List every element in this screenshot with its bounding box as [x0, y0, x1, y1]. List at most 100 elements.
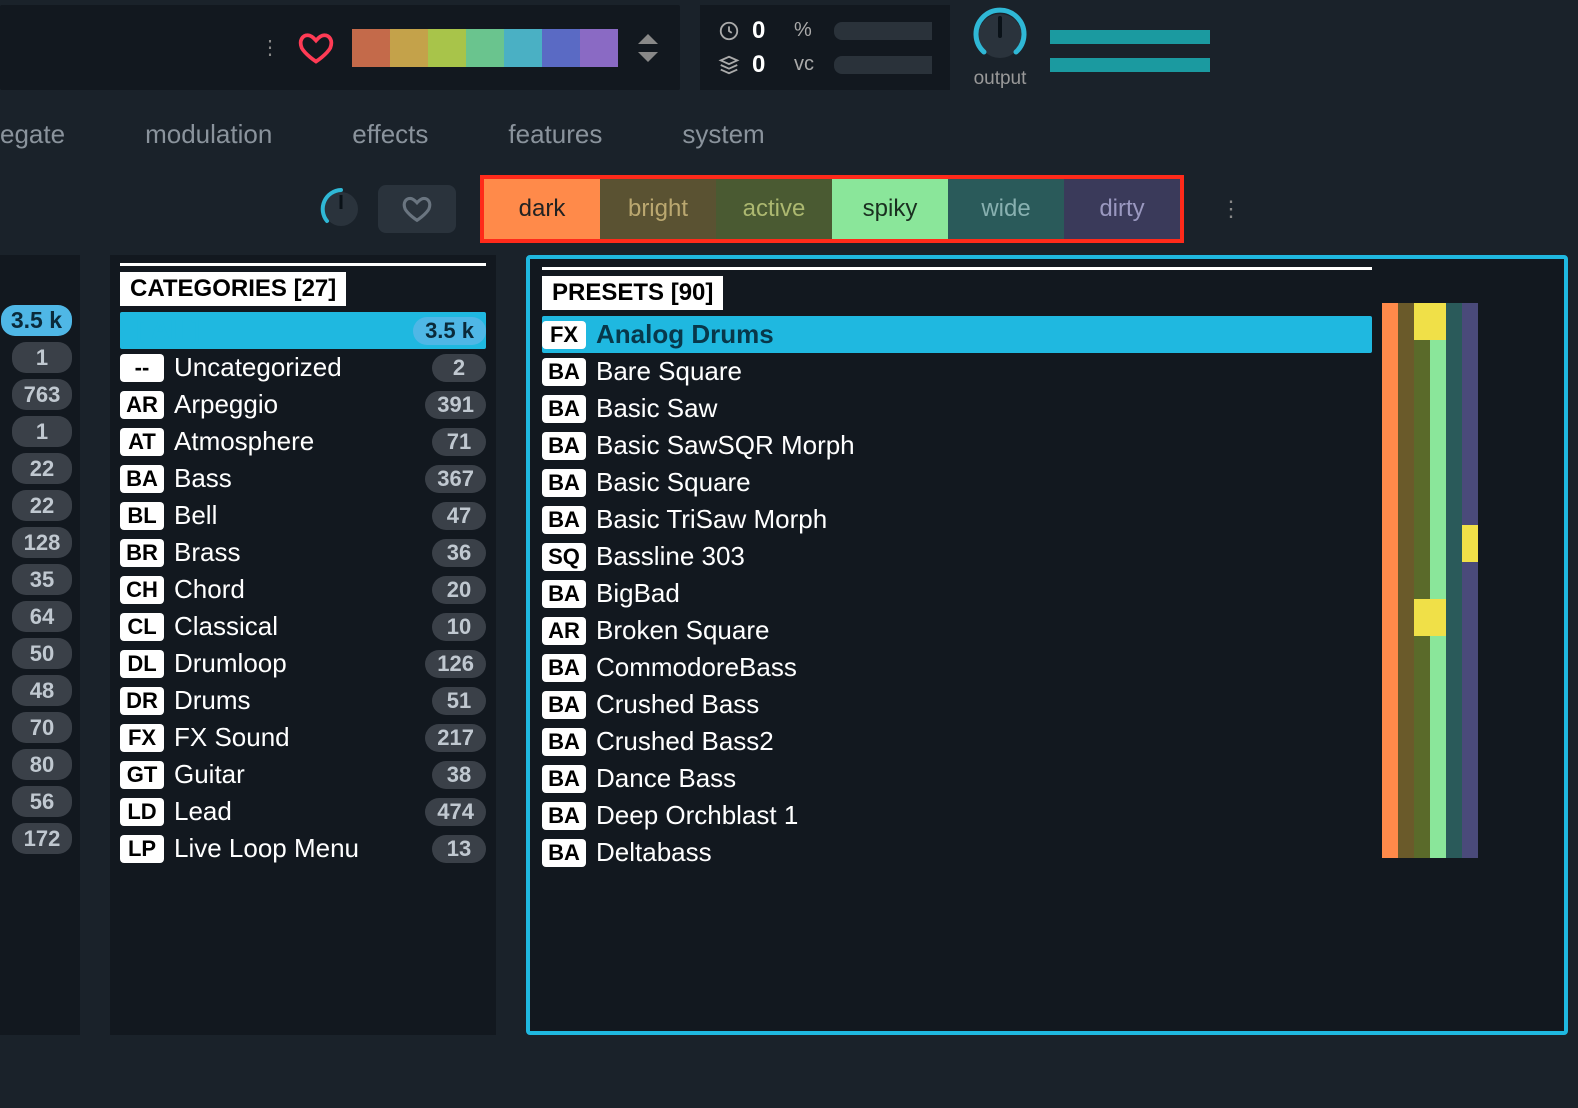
preset-row[interactable]: BACrushed Bass	[542, 686, 1372, 723]
presets-column: PRESETS [90] FXAnalog DrumsBABare Square…	[526, 255, 1568, 1035]
bank-count[interactable]: 1	[12, 416, 72, 447]
swatch[interactable]	[542, 29, 580, 67]
category-row[interactable]: BRBrass36	[120, 534, 486, 571]
preset-code: BA	[542, 358, 586, 386]
tag-dark[interactable]: dark	[484, 179, 600, 239]
preset-row[interactable]: BABasic Square	[542, 464, 1372, 501]
voice-bar	[834, 56, 932, 74]
category-row[interactable]: BABass367	[120, 460, 486, 497]
swatch[interactable]	[466, 29, 504, 67]
output-meter-r	[1050, 58, 1210, 72]
output-knob[interactable]	[970, 6, 1030, 66]
bank-count[interactable]: 35	[12, 564, 72, 595]
category-row[interactable]: LPLive Loop Menu13	[120, 830, 486, 867]
category-row[interactable]: ATAtmosphere71	[120, 423, 486, 460]
category-count: 126	[425, 650, 486, 678]
category-label: Lead	[174, 796, 415, 827]
bank-count[interactable]: 56	[12, 786, 72, 817]
bank-count[interactable]: 80	[12, 749, 72, 780]
tag-filters: darkbrightactivespikywidedirty	[480, 175, 1184, 243]
more-icon[interactable]: ⋮	[260, 35, 280, 60]
tag-swatches[interactable]	[352, 29, 618, 67]
category-label: Bass	[174, 463, 415, 494]
preset-row[interactable]: BADeep Orchblast 1	[542, 797, 1372, 834]
preset-row[interactable]: BABasic TriSaw Morph	[542, 501, 1372, 538]
tab-modulation[interactable]: modulation	[145, 119, 272, 150]
cpu-percent: 0	[752, 17, 782, 45]
category-row[interactable]: DLDrumloop126	[120, 645, 486, 682]
category-code: BA	[120, 465, 164, 493]
preset-row[interactable]: FXAnalog Drums	[542, 316, 1372, 353]
swatch[interactable]	[580, 29, 618, 67]
more-tags-icon[interactable]: ⋮	[1220, 196, 1242, 222]
categories-column: CATEGORIES [27] [ All ]3.5 k--Uncategori…	[110, 255, 496, 1035]
category-row[interactable]: ARArpeggio391	[120, 386, 486, 423]
tab-system[interactable]: system	[682, 119, 764, 150]
category-row[interactable]: FXFX Sound217	[120, 719, 486, 756]
category-row[interactable]: CHChord20	[120, 571, 486, 608]
preview-knob[interactable]	[318, 186, 364, 232]
category-label: Atmosphere	[174, 426, 422, 457]
category-row[interactable]: GTGuitar38	[120, 756, 486, 793]
tab-egate[interactable]: egate	[0, 119, 65, 150]
category-code: CL	[120, 613, 164, 641]
bank-count[interactable]: 22	[12, 453, 72, 484]
bank-count[interactable]: 763	[12, 379, 72, 410]
category-label: Drums	[174, 685, 422, 716]
preset-row[interactable]: BABasic Saw	[542, 390, 1372, 427]
voice-count: 0	[752, 51, 782, 79]
swatch[interactable]	[428, 29, 466, 67]
tag-bright[interactable]: bright	[600, 179, 716, 239]
tab-effects[interactable]: effects	[352, 119, 428, 150]
tag-spiky[interactable]: spiky	[832, 179, 948, 239]
bank-count[interactable]: 70	[12, 712, 72, 743]
heart-outline-icon	[402, 194, 432, 224]
swatch[interactable]	[504, 29, 542, 67]
bank-count[interactable]: 22	[12, 490, 72, 521]
arrow-up-icon[interactable]	[636, 30, 660, 46]
tab-features[interactable]: features	[508, 119, 602, 150]
tag-active[interactable]: active	[716, 179, 832, 239]
tag-column	[1430, 303, 1446, 858]
swatch[interactable]	[390, 29, 428, 67]
bank-count[interactable]: 1	[12, 342, 72, 373]
preset-row[interactable]: BACommodoreBass	[542, 649, 1372, 686]
preset-row[interactable]: BACrushed Bass2	[542, 723, 1372, 760]
category-row[interactable]: [ All ]3.5 k	[120, 312, 486, 349]
preset-row[interactable]: BABasic SawSQR Morph	[542, 427, 1372, 464]
category-row[interactable]: BLBell47	[120, 497, 486, 534]
category-row[interactable]: --Uncategorized2	[120, 349, 486, 386]
preset-row[interactable]: BABigBad	[542, 575, 1372, 612]
section-tabs: egate modulation effects features system	[0, 95, 1578, 173]
tag-dirty[interactable]: dirty	[1064, 179, 1180, 239]
swatch[interactable]	[352, 29, 390, 67]
preset-row[interactable]: BABare Square	[542, 353, 1372, 390]
preset-row[interactable]: BADeltabass	[542, 834, 1372, 871]
bank-count[interactable]: 50	[12, 638, 72, 669]
bank-count[interactable]: 64	[12, 601, 72, 632]
category-row[interactable]: DRDrums51	[120, 682, 486, 719]
bank-count[interactable]: 48	[12, 675, 72, 706]
category-label: Uncategorized	[174, 352, 422, 383]
preset-row[interactable]: SQBassline 303	[542, 538, 1372, 575]
bank-count[interactable]: 128	[12, 527, 72, 558]
preset-code: BA	[542, 432, 586, 460]
bank-count[interactable]: 172	[12, 823, 72, 854]
filter-favorites-button[interactable]	[378, 185, 456, 233]
category-row[interactable]: CLClassical10	[120, 608, 486, 645]
filter-row: darkbrightactivespikywidedirty ⋮	[0, 173, 1578, 245]
category-label: Drumloop	[174, 648, 415, 679]
favorite-icon[interactable]	[298, 30, 334, 66]
bank-count[interactable]: 3.5 k	[1, 305, 72, 336]
category-label: [ All ]	[136, 315, 403, 346]
preset-row[interactable]: ARBroken Square	[542, 612, 1372, 649]
category-row[interactable]: LDLead474	[120, 793, 486, 830]
category-code: BR	[120, 539, 164, 567]
output-section: output	[970, 6, 1210, 90]
tag-wide[interactable]: wide	[948, 179, 1064, 239]
tag-column	[1462, 303, 1478, 858]
arrow-down-icon[interactable]	[636, 50, 660, 66]
preset-label: BigBad	[596, 578, 1372, 609]
preset-label: Bassline 303	[596, 541, 1372, 572]
preset-row[interactable]: BADance Bass	[542, 760, 1372, 797]
